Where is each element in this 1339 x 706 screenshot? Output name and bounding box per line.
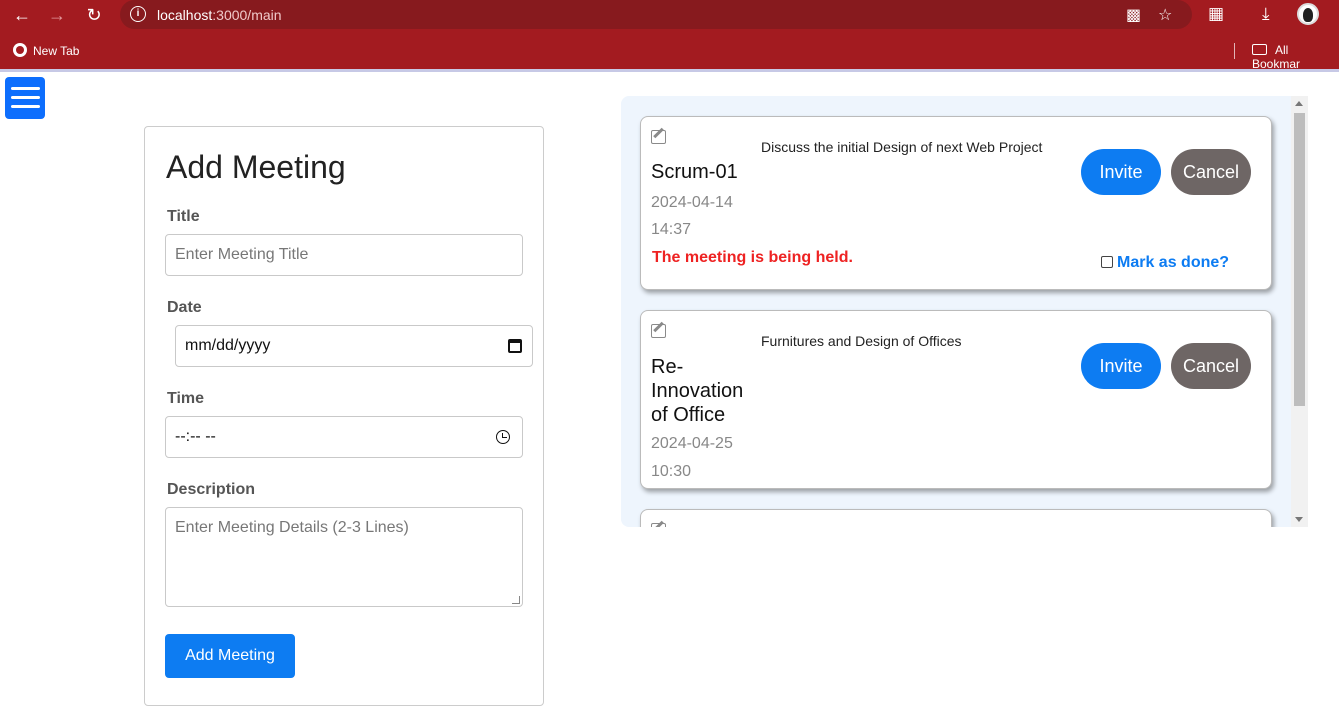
install-app-icon[interactable]: ▩ (1126, 5, 1141, 25)
title-label: Title (167, 208, 200, 225)
all-bookmarks-button[interactable]: All Bookmar (1252, 43, 1339, 71)
add-meeting-form: Add Meeting Title Enter Meeting Title Da… (144, 126, 544, 706)
reload-icon[interactable]: ↻ (82, 4, 106, 26)
description-textarea[interactable]: Enter Meeting Details (2-3 Lines) (165, 507, 523, 607)
description-label: Description (167, 481, 256, 498)
form-heading: Add Meeting (166, 149, 346, 185)
clock-icon[interactable] (496, 430, 510, 444)
edit-icon[interactable] (651, 324, 666, 338)
invite-button[interactable]: Invite (1081, 343, 1161, 389)
title-input[interactable]: Enter Meeting Title (165, 234, 523, 276)
meeting-description: Furnitures and Design of Offices (761, 333, 962, 349)
meetings-list-panel[interactable]: Discuss the initial Design of next Web P… (621, 96, 1308, 527)
time-value: --:-- -- (175, 428, 216, 445)
edit-icon[interactable] (651, 130, 666, 144)
menu-icon-bar (11, 87, 40, 90)
scroll-thumb[interactable] (1294, 113, 1305, 406)
resize-handle[interactable] (512, 596, 520, 604)
scroll-down-arrow-icon[interactable] (1295, 517, 1303, 522)
menu-toggle-button[interactable] (5, 77, 45, 119)
back-arrow-icon[interactable]: ← (10, 4, 34, 26)
meeting-date: 2024-04-14 (651, 194, 733, 211)
edit-icon[interactable] (651, 523, 666, 527)
address-bar[interactable]: i localhost:3000/main ▩ ☆ (120, 0, 1192, 29)
site-info-icon[interactable]: i (130, 6, 146, 22)
folder-icon (1252, 44, 1267, 55)
meeting-date: 2024-04-25 (651, 435, 733, 452)
browser-toolbar: ← → ↻ i localhost:3000/main ▩ ☆ ▦ ⤓ (0, 0, 1339, 31)
time-input[interactable]: --:-- -- (165, 416, 523, 458)
cancel-button[interactable]: Cancel (1171, 343, 1251, 389)
scroll-up-arrow-icon[interactable] (1295, 101, 1303, 106)
meeting-time: 14:37 (651, 221, 692, 238)
mark-done-checkbox[interactable] (1101, 256, 1113, 268)
invite-button[interactable]: Invite (1081, 149, 1161, 195)
bookmark-new-tab[interactable]: New Tab (13, 43, 79, 58)
date-input[interactable]: mm/dd/yyyy (175, 325, 533, 367)
extensions-icon[interactable]: ▦ (1208, 4, 1224, 24)
bookmark-label: New Tab (33, 44, 80, 58)
download-icon[interactable]: ⤓ (1262, 4, 1270, 24)
meeting-card (640, 509, 1272, 527)
globe-icon (13, 43, 27, 57)
bookmark-divider (1234, 43, 1235, 59)
menu-icon-bar (11, 105, 40, 108)
menu-icon-bar (11, 96, 40, 99)
date-label: Date (167, 299, 202, 316)
title-placeholder: Enter Meeting Title (175, 246, 309, 263)
description-placeholder: Enter Meeting Details (2-3 Lines) (175, 519, 409, 536)
meeting-time: 10:30 (651, 463, 692, 480)
url-host: localhost (157, 7, 213, 23)
profile-avatar[interactable] (1297, 3, 1319, 25)
calendar-icon[interactable] (508, 339, 522, 353)
meeting-description: Discuss the initial Design of next Web P… (761, 139, 1043, 155)
bookmarks-bar: New Tab All Bookmar (0, 31, 1339, 72)
list-scrollbar[interactable] (1291, 96, 1308, 527)
meeting-card: Discuss the initial Design of next Web P… (640, 116, 1272, 290)
meeting-title: Re-Innovation of Office (651, 356, 744, 426)
url-path: :3000/main (212, 7, 282, 23)
add-meeting-button[interactable]: Add Meeting (165, 634, 295, 678)
meeting-status: The meeting is being held. (652, 249, 853, 266)
bookmark-star-icon[interactable]: ☆ (1158, 5, 1172, 25)
mark-done-control[interactable]: Mark as done? (1101, 254, 1229, 272)
url-text[interactable]: localhost:3000/main (157, 7, 282, 23)
cancel-button[interactable]: Cancel (1171, 149, 1251, 195)
time-label: Time (167, 390, 205, 407)
meeting-title: Scrum-01 (651, 161, 738, 183)
mark-done-label[interactable]: Mark as done? (1117, 254, 1229, 271)
date-value: mm/dd/yyyy (185, 337, 271, 354)
forward-arrow-icon[interactable]: → (45, 4, 69, 26)
meeting-card: Furnitures and Design of Offices Re-Inno… (640, 310, 1272, 489)
